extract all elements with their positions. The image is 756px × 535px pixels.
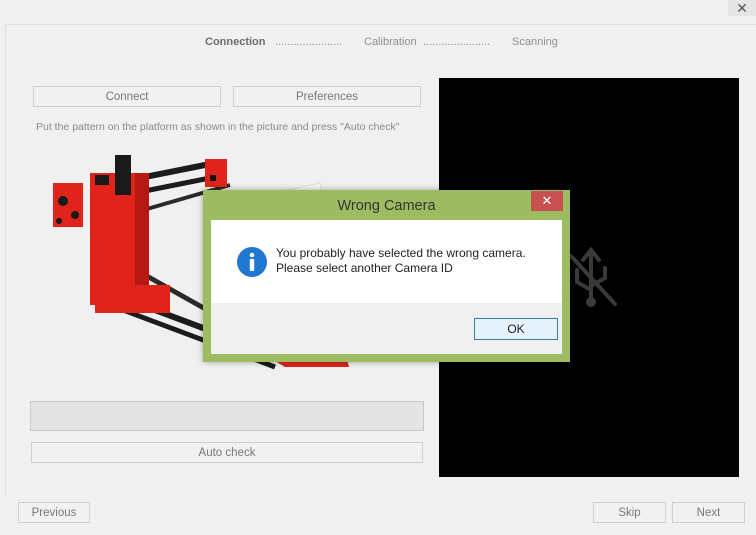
wizard-steps: Connection ...................... Calibr…	[0, 36, 756, 50]
wrong-camera-dialog: Wrong Camera ✕ You probably have selecte…	[203, 190, 570, 362]
close-icon: ✕	[541, 193, 553, 208]
step-separator: ......................	[423, 36, 491, 48]
step-separator: ......................	[275, 36, 343, 48]
connect-button[interactable]: Connect	[33, 86, 221, 107]
step-calibration: Calibration	[364, 36, 417, 48]
dialog-message: You probably have selected the wrong cam…	[276, 246, 526, 276]
next-button[interactable]: Next	[672, 502, 745, 523]
ok-button[interactable]: OK	[474, 318, 558, 340]
dialog-content: You probably have selected the wrong cam…	[211, 220, 562, 303]
dialog-close-button[interactable]: ✕	[531, 191, 563, 211]
previous-button[interactable]: Previous	[18, 502, 90, 523]
dialog-message-line2: Please select another Camera ID	[276, 261, 453, 275]
step-scanning: Scanning	[512, 36, 558, 48]
dialog-title: Wrong Camera	[337, 198, 436, 214]
usb-disconnected-icon	[569, 246, 617, 307]
window-close-button[interactable]: ✕	[728, 0, 756, 16]
dialog-body: You probably have selected the wrong cam…	[211, 220, 562, 354]
skip-button[interactable]: Skip	[593, 502, 666, 523]
step-connection: Connection	[205, 36, 266, 48]
info-icon	[237, 247, 267, 277]
dialog-message-line1: You probably have selected the wrong cam…	[276, 246, 526, 260]
preferences-button[interactable]: Preferences	[233, 86, 421, 107]
progress-bar	[30, 401, 424, 431]
auto-check-button[interactable]: Auto check	[31, 442, 423, 463]
instructions-text: Put the pattern on the platform as shown…	[36, 121, 400, 133]
